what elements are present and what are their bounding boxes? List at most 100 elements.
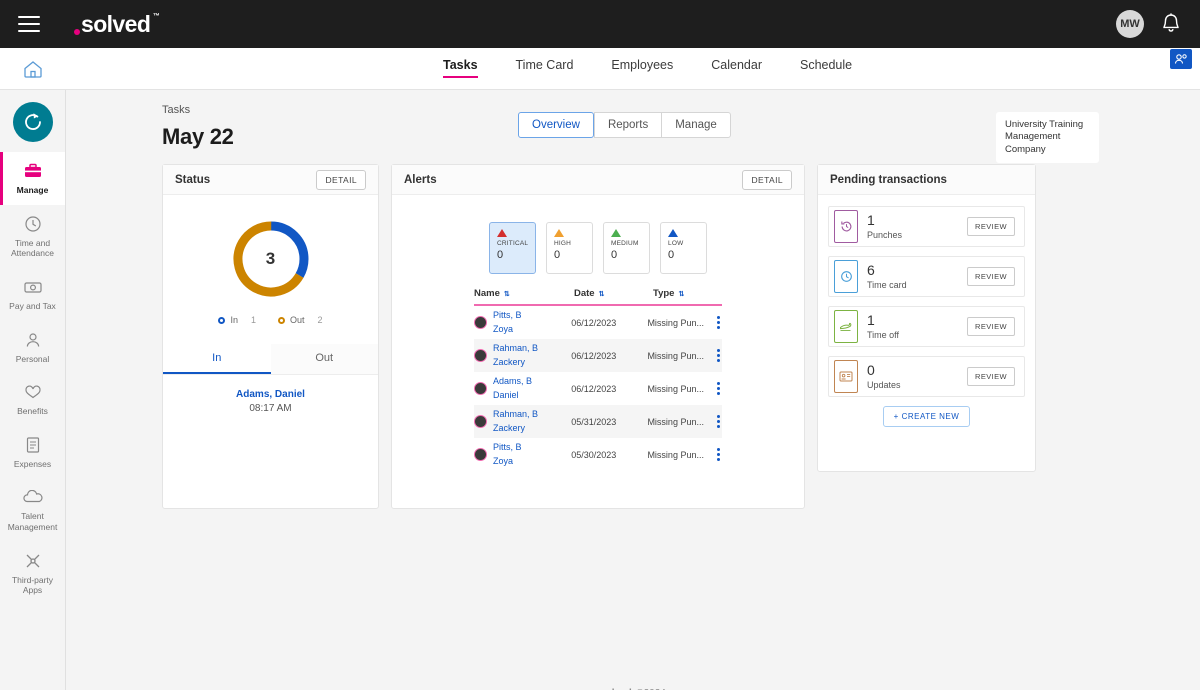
severity-critical-label: CRITICAL [497,240,529,247]
row-date: 05/31/2023 [571,417,647,427]
column-header-type[interactable]: Type⇅ [653,288,721,299]
row-date: 06/12/2023 [571,384,647,394]
sidebar-item-benefits[interactable]: Benefits [0,373,65,426]
tab-reports[interactable]: Reports [594,112,661,138]
sort-icon[interactable]: ⇅ [504,291,509,298]
alerts-card-title: Alerts [404,174,437,186]
status-in-out-tabs: In Out [163,344,378,375]
legend-label-out: Out [290,315,305,325]
clock-icon [3,214,62,234]
row-type: Missing Pun... [647,318,715,328]
cloud-icon [3,487,62,507]
sort-icon[interactable]: ⇅ [599,291,604,298]
row-name[interactable]: Rahman, BZackery [493,342,571,368]
row-menu-icon[interactable] [715,314,722,331]
sidebar-item-time-and-attendance[interactable]: Time and Attendance [0,205,65,268]
severity-low-label: LOW [668,240,700,247]
nav-tab-employees[interactable]: Employees [611,58,673,78]
tab-in[interactable]: In [163,344,271,374]
sidebar-item-talent-management[interactable]: Talent Management [0,478,65,541]
review-button-updates[interactable]: REVIEW [967,367,1015,386]
pending-item-punches: 1 Punches REVIEW [828,206,1025,247]
brand-text: solved [81,13,150,36]
sidebar-label-personal: Personal [3,354,62,365]
main-content: Tasks May 22 Overview Reports Manage Uni… [66,90,1200,690]
severity-critical[interactable]: CRITICAL 0 [489,222,536,274]
pending-card-title: Pending transactions [830,174,947,186]
avatar [474,349,487,362]
users-icon[interactable] [1170,49,1192,69]
hamburger-icon[interactable] [18,16,40,32]
row-type: Missing Pun... [647,384,715,394]
nav-tab-calendar[interactable]: Calendar [711,58,762,78]
tab-manage[interactable]: Manage [661,112,731,138]
review-button-time-card[interactable]: REVIEW [967,267,1015,286]
severity-low[interactable]: LOW 0 [660,222,707,274]
sidebar-item-personal[interactable]: Personal [0,321,65,374]
row-name[interactable]: Rahman, BZackery [493,408,571,434]
tab-overview[interactable]: Overview [518,112,594,138]
row-menu-icon[interactable] [715,380,722,397]
severity-high-count: 0 [554,249,586,261]
briefcase-icon [3,161,62,181]
sidebar-label-time-and-attendance: Time and Attendance [3,238,62,259]
avatar[interactable]: MW [1116,10,1144,38]
pending-list: 1 Punches REVIEW 6 [818,195,1035,427]
status-entry: Adams, Daniel 08:17 AM [163,375,378,414]
nav-tab-time-card[interactable]: Time Card [516,58,574,78]
warning-triangle-icon [554,229,564,237]
table-row[interactable]: Adams, BDaniel 06/12/2023 Missing Pun... [474,372,722,405]
table-row[interactable]: Rahman, BZackery 06/12/2023 Missing Pun.… [474,339,722,372]
alerts-detail-button[interactable]: DETAIL [742,170,792,190]
row-name[interactable]: Adams, BDaniel [493,375,571,401]
row-type: Missing Pun... [647,450,715,460]
severity-critical-count: 0 [497,249,529,261]
row-menu-icon[interactable] [715,347,722,364]
table-row[interactable]: Rahman, BZackery 05/31/2023 Missing Pun.… [474,405,722,438]
status-card-title: Status [175,174,210,186]
home-icon[interactable] [0,59,66,79]
bell-icon[interactable] [1160,12,1182,36]
sidebar-label-expenses: Expenses [3,459,62,470]
column-header-date[interactable]: Date⇅ [574,288,653,299]
pending-item-updates: 0 Updates REVIEW [828,356,1025,397]
sidebar-item-pay-and-tax[interactable]: Pay and Tax [0,268,65,321]
main-nav-tabs: Tasks Time Card Employees Calendar Sched… [443,58,852,78]
row-date: 06/12/2023 [571,351,647,361]
isolved-circle-logo[interactable] [13,102,53,142]
review-button-time-off[interactable]: REVIEW [967,317,1015,336]
severity-filters: CRITICAL 0 HIGH 0 MEDIUM 0 [392,195,804,274]
nav-tab-tasks[interactable]: Tasks [443,58,478,78]
warning-triangle-icon [668,229,678,237]
clock-rewind-icon [834,210,858,243]
nav-bar: Tasks Time Card Employees Calendar Sched… [0,48,1200,90]
sidebar-label-third-party-apps: Third-party Apps [3,575,62,596]
row-menu-icon[interactable] [715,446,722,463]
row-menu-icon[interactable] [715,413,722,430]
create-new-button[interactable]: + CREATE NEW [883,406,971,427]
company-selector[interactable]: University Training Management Company [996,112,1099,163]
pending-label-updates: Updates [867,380,901,390]
sidebar-item-expenses[interactable]: Expenses [0,426,65,479]
sort-icon[interactable]: ⇅ [678,291,683,298]
column-header-name[interactable]: Name⇅ [474,288,574,299]
nav-tab-schedule[interactable]: Schedule [800,58,852,78]
severity-medium[interactable]: MEDIUM 0 [603,222,650,274]
sidebar-label-talent-management: Talent Management [3,511,62,532]
pending-transactions-card: Pending transactions 1 [817,164,1036,472]
avatar [474,448,487,461]
puzzle-icon [3,551,62,571]
review-button-punches[interactable]: REVIEW [967,217,1015,236]
row-name[interactable]: Pitts, BZoya [493,309,571,335]
table-row[interactable]: Pitts, BZoya 06/12/2023 Missing Pun... [474,306,722,339]
table-row[interactable]: Pitts, BZoya 05/30/2023 Missing Pun... [474,438,722,471]
status-legend: In 1 Out 2 [163,315,378,325]
tab-out[interactable]: Out [271,344,379,374]
severity-high[interactable]: HIGH 0 [546,222,593,274]
row-name[interactable]: Pitts, BZoya [493,441,571,467]
clock-icon [834,260,858,293]
sidebar-item-manage[interactable]: Manage [0,152,65,205]
sidebar-item-third-party-apps[interactable]: Third-party Apps [0,542,65,605]
status-entry-name[interactable]: Adams, Daniel [163,389,378,400]
status-detail-button[interactable]: DETAIL [316,170,366,190]
